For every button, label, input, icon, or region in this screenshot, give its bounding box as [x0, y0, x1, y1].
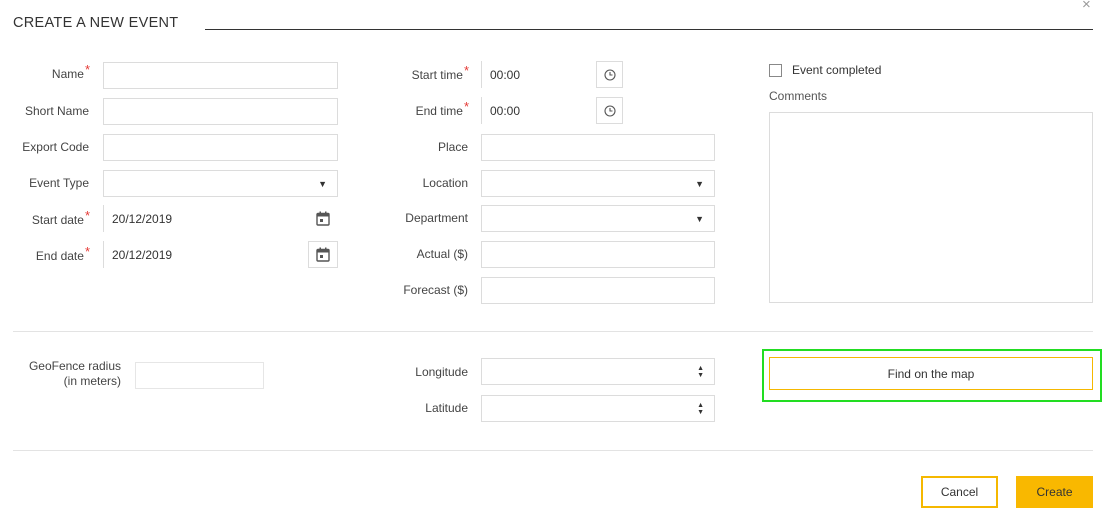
create-button[interactable]: Create [1016, 476, 1093, 508]
export-code-label: Export Code [22, 140, 89, 154]
geofence-radius-label: GeoFence radius (in meters) [28, 359, 121, 388]
chevron-down-icon: ▼ [695, 178, 704, 189]
dialog-title: CREATE A NEW EVENT [13, 15, 179, 31]
clock-icon[interactable] [596, 61, 623, 88]
spinner-icon[interactable]: ▲ ▼ [697, 402, 704, 416]
geofence-radius-field[interactable] [135, 362, 264, 389]
forecast-field[interactable] [481, 277, 715, 304]
clock-icon[interactable] [596, 97, 623, 124]
cancel-button[interactable]: Cancel [921, 476, 998, 508]
short-name-field[interactable] [103, 98, 338, 125]
start-time-label: Start time* [411, 63, 469, 82]
required-marker: * [463, 63, 469, 78]
end-time-label: End time* [415, 99, 469, 118]
department-select[interactable]: ▼ [481, 205, 715, 232]
title-divider [205, 29, 1093, 30]
section-divider [13, 450, 1093, 451]
required-marker: * [84, 62, 90, 77]
actual-label: Actual ($) [416, 247, 468, 261]
chevron-down-icon: ▼ [318, 178, 327, 189]
start-time-field[interactable]: 00:00 [481, 61, 597, 88]
event-completed-checkbox[interactable] [769, 64, 782, 77]
location-select[interactable]: ▼ [481, 170, 715, 197]
name-label: Name* [51, 62, 90, 81]
forecast-label: Forecast ($) [403, 283, 468, 297]
comments-label: Comments [769, 89, 828, 103]
start-date-label: Start date* [31, 208, 90, 227]
place-field[interactable] [481, 134, 715, 161]
location-label: Location [422, 176, 468, 190]
required-marker: * [84, 244, 90, 259]
spinner-icon[interactable]: ▲ ▼ [697, 365, 704, 379]
event-completed-label: Event completed [792, 63, 882, 77]
close-icon[interactable]: × [1082, 0, 1091, 13]
short-name-label: Short Name [24, 104, 89, 118]
calendar-icon[interactable] [308, 241, 338, 268]
latitude-label: Latitude [425, 401, 468, 415]
required-marker: * [463, 99, 469, 114]
chevron-down-icon: ▼ [695, 213, 704, 224]
end-date-label: End date* [35, 244, 90, 263]
end-time-field[interactable]: 00:00 [481, 97, 597, 124]
calendar-icon[interactable] [308, 205, 338, 232]
longitude-label: Longitude [415, 365, 468, 379]
place-label: Place [437, 140, 468, 154]
start-date-field[interactable]: 20/12/2019 [103, 205, 338, 232]
find-on-map-button[interactable]: Find on the map [769, 357, 1093, 390]
end-date-field[interactable]: 20/12/2019 [103, 241, 338, 268]
section-divider [13, 331, 1093, 332]
department-label: Department [405, 211, 468, 225]
comments-textarea[interactable] [769, 112, 1093, 303]
latitude-field[interactable]: ▲ ▼ [481, 395, 715, 422]
event-type-label: Event Type [29, 176, 89, 190]
longitude-field[interactable]: ▲ ▼ [481, 358, 715, 385]
name-field[interactable] [103, 62, 338, 89]
actual-field[interactable] [481, 241, 715, 268]
event-type-select[interactable]: ▼ [103, 170, 338, 197]
required-marker: * [84, 208, 90, 223]
export-code-field[interactable] [103, 134, 338, 161]
